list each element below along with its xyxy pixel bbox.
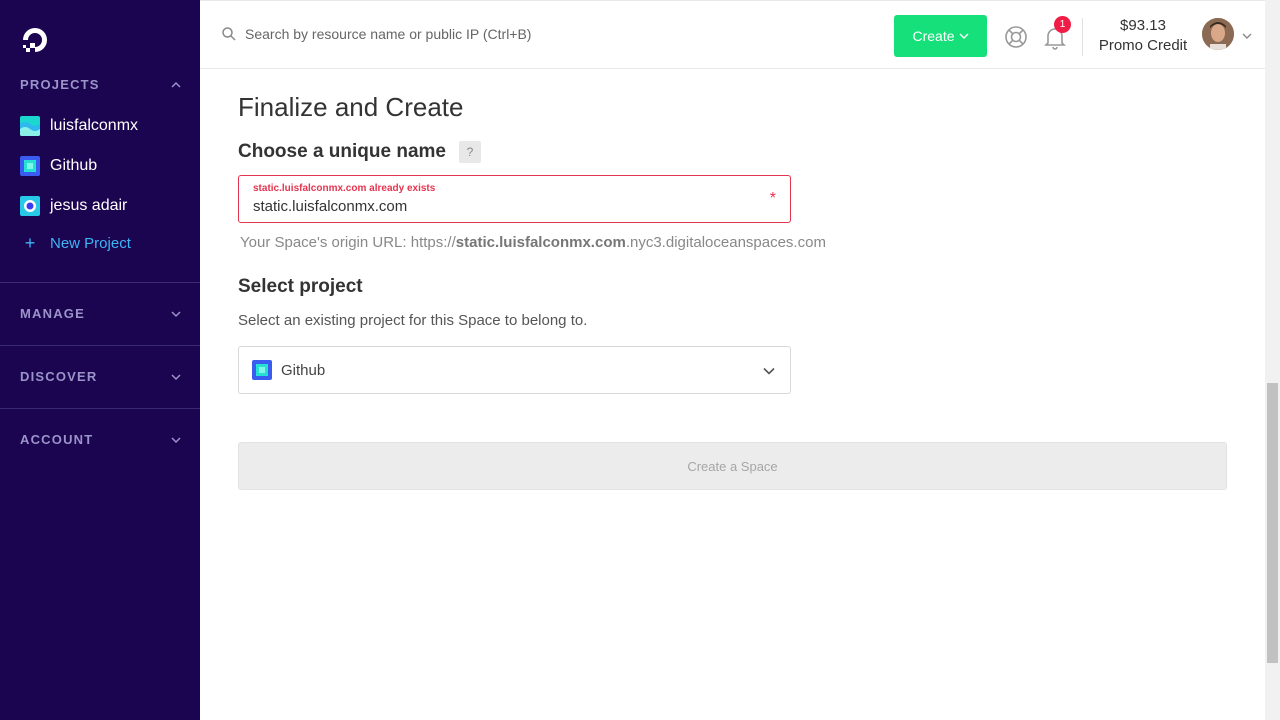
chevron-down-icon: [171, 373, 181, 380]
sidebar-item-jesus-adair[interactable]: jesus adair: [20, 196, 127, 216]
project-section-heading: Select project: [238, 276, 363, 297]
digitalocean-logo-icon[interactable]: [19, 24, 51, 56]
help-question-icon[interactable]: ?: [459, 141, 481, 163]
chevron-down-icon[interactable]: [1241, 30, 1253, 42]
sidebar-item-label: jesus adair: [50, 197, 128, 214]
project-square-icon: [20, 156, 40, 176]
sidebar-divider: [0, 345, 200, 346]
topbar-divider: [1082, 18, 1083, 56]
page-title: Finalize and Create: [238, 92, 464, 122]
account-section-toggle[interactable]: ACCOUNT: [20, 432, 182, 447]
space-name-field: static.luisfalconmx.com already exists *: [238, 175, 791, 223]
credit-label: Promo Credit: [1098, 37, 1188, 54]
sidebar-divider: [0, 282, 200, 283]
origin-suffix: .nyc3.digitaloceanspaces.com: [625, 234, 826, 251]
sidebar-item-github[interactable]: Github: [20, 156, 97, 176]
sidebar-item-label: luisfalconmx: [50, 117, 139, 134]
sidebar: PROJECTS luisfalconmx Github jesus adair…: [0, 0, 200, 720]
discover-section-toggle[interactable]: DISCOVER: [20, 369, 182, 384]
project-description: Select an existing project for this Spac…: [238, 312, 588, 329]
credit-amount: $93.13: [1120, 17, 1166, 34]
chevron-down-icon: [959, 33, 969, 39]
notification-badge: 1: [1054, 16, 1071, 33]
required-marker: *: [769, 190, 776, 207]
top-bar: Create 1 $93.13 Promo Credit: [200, 0, 1265, 69]
project-square-icon: [252, 360, 272, 380]
discover-section-label: DISCOVER: [20, 369, 98, 384]
name-error-message: static.luisfalconmx.com already exists: [253, 183, 436, 194]
search-input[interactable]: [245, 26, 665, 42]
sidebar-item-label: Github: [50, 157, 98, 174]
search-icon: [222, 27, 236, 41]
projects-section-toggle[interactable]: PROJECTS: [20, 77, 182, 92]
chevron-down-icon: [171, 310, 181, 317]
plus-icon: +: [24, 233, 36, 253]
project-select[interactable]: Github: [238, 346, 791, 394]
origin-prefix: Your Space's origin URL: https://: [240, 234, 456, 251]
project-select-value: Github: [281, 361, 326, 379]
sidebar-item-luisfalconmx[interactable]: luisfalconmx: [20, 116, 138, 136]
origin-name: static.luisfalconmx.com: [455, 234, 626, 251]
create-space-button[interactable]: Create a Space: [238, 442, 1227, 490]
search-bar: [221, 26, 665, 42]
project-circle-icon: [20, 196, 40, 216]
projects-section-label: PROJECTS: [20, 77, 100, 92]
project-waves-icon: [20, 116, 40, 136]
space-name-input[interactable]: [253, 198, 753, 215]
name-section-heading: Choose a unique name: [238, 141, 446, 162]
chevron-up-icon: [171, 81, 181, 88]
chevron-down-icon: [171, 436, 181, 443]
chevron-down-icon: [763, 367, 775, 375]
create-button-label: Create: [912, 28, 955, 44]
scrollbar-thumb[interactable]: [1267, 383, 1278, 663]
manage-section-toggle[interactable]: MANAGE: [20, 306, 182, 321]
account-section-label: ACCOUNT: [20, 432, 94, 447]
create-button[interactable]: Create: [894, 15, 987, 57]
manage-section-label: MANAGE: [20, 306, 85, 321]
sidebar-divider: [0, 408, 200, 409]
avatar[interactable]: [1202, 18, 1234, 50]
promo-credit[interactable]: $93.13 Promo Credit: [1093, 17, 1193, 54]
origin-url-text: Your Space's origin URL: https://static.…: [240, 234, 826, 251]
help-lifebuoy-icon[interactable]: [1004, 25, 1028, 49]
new-project-label: New Project: [50, 234, 131, 252]
new-project-link[interactable]: + New Project: [20, 233, 131, 253]
